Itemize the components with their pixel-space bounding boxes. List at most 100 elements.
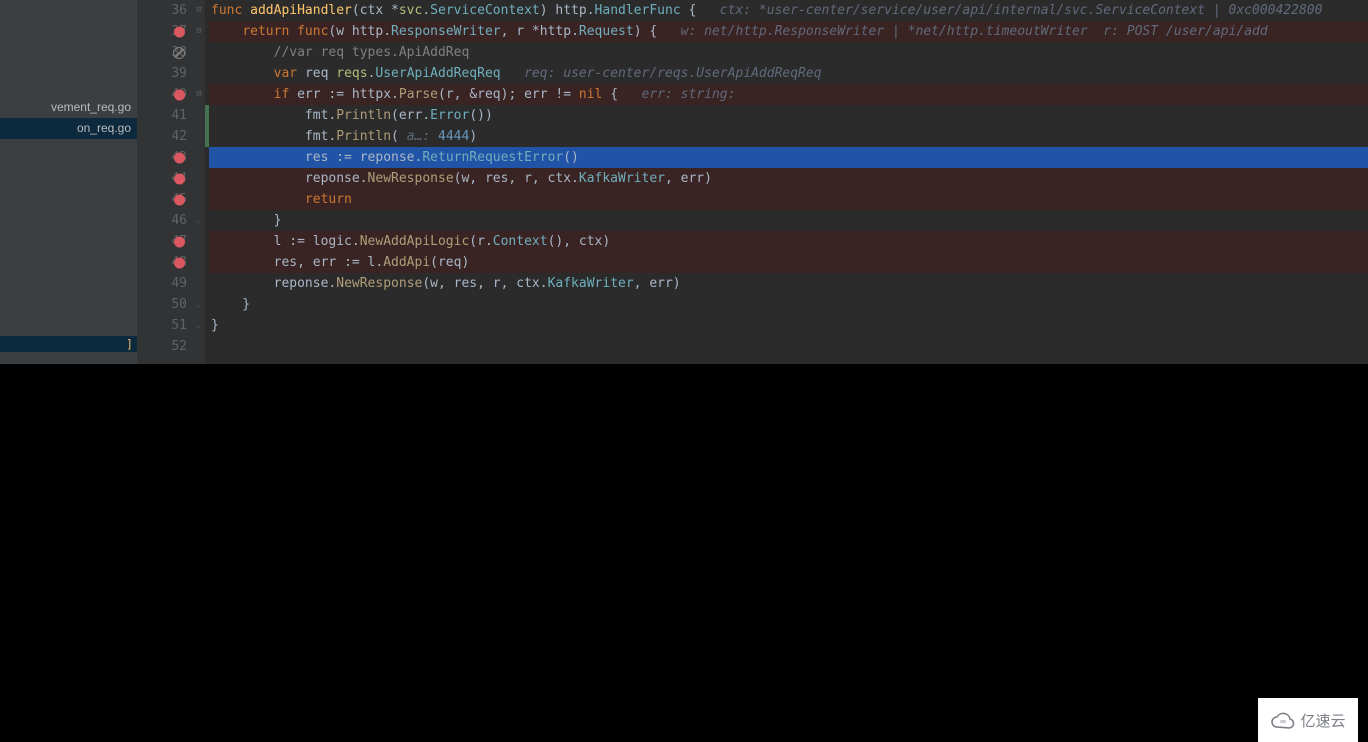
code-token: ) { — [634, 24, 681, 39]
code-editor[interactable]: 3637383940414243444546474849505152 ⊟ ⊟ ⊟ ⌞ ⌞… — [137, 0, 1368, 364]
breakpoint-icon[interactable] — [174, 26, 185, 37]
code-token: err := — [297, 87, 352, 102]
gutter-line[interactable]: 42 — [137, 126, 193, 147]
code-token: Request — [579, 24, 634, 39]
code-token: addApiHandler — [250, 3, 352, 18]
code-token: NewResponse — [368, 171, 454, 186]
code-token — [211, 108, 305, 123]
code-token: (w — [328, 24, 351, 39]
gutter-line[interactable]: 39 — [137, 63, 193, 84]
code-token: (ctx * — [352, 3, 399, 18]
code-line[interactable]: if err := httpx.Parse(r, &req); err != n… — [209, 84, 1368, 105]
code-token — [211, 276, 274, 291]
breakpoint-icon[interactable] — [174, 257, 185, 268]
code-token: . — [422, 3, 430, 18]
code-token — [211, 87, 274, 102]
code-token: . — [383, 24, 391, 39]
code-line[interactable]: fmt.Println( a…: 4444) — [209, 126, 1368, 147]
code-token: w: net/http.ResponseWriter | *net/http.t… — [681, 24, 1268, 39]
line-number: 39 — [161, 63, 189, 84]
editor-gutter[interactable]: 3637383940414243444546474849505152 — [137, 0, 193, 364]
sidebar-file[interactable]: on_req.go — [0, 118, 137, 139]
gutter-line[interactable]: 45 — [137, 189, 193, 210]
gutter-line[interactable]: 40 — [137, 84, 193, 105]
gutter-line[interactable]: 50 — [137, 294, 193, 315]
code-line[interactable]: //var req types.ApiAddReq — [209, 42, 1368, 63]
code-line[interactable]: reponse.NewResponse(w, res, r, ctx.Kafka… — [209, 168, 1368, 189]
watermark-badge: ∞ 亿速云 — [1258, 698, 1358, 742]
fold-open-icon[interactable]: ⊟ — [194, 89, 204, 99]
code-token: NewResponse — [336, 276, 422, 291]
code-line[interactable]: l := logic.NewAddApiLogic(r.Context(), c… — [209, 231, 1368, 252]
code-area[interactable]: func addApiHandler(ctx *svc.ServiceConte… — [209, 0, 1368, 364]
line-number: 42 — [161, 126, 189, 147]
line-number: 36 — [161, 0, 189, 21]
gutter-line[interactable]: 36 — [137, 0, 193, 21]
code-line[interactable]: fmt.Println(err.Error()) — [209, 105, 1368, 126]
code-token: res, err := l. — [211, 255, 383, 270]
code-token: (w, res, r, ctx. — [422, 276, 547, 291]
gutter-line[interactable]: 51 — [137, 315, 193, 336]
code-token: . — [587, 3, 595, 18]
code-token: ()) — [469, 108, 492, 123]
code-token: () — [563, 150, 579, 165]
gutter-line[interactable]: 41 — [137, 105, 193, 126]
disabled-icon[interactable] — [173, 47, 185, 59]
gutter-line[interactable]: 49 — [137, 273, 193, 294]
code-line[interactable]: } — [209, 210, 1368, 231]
code-token: req — [305, 66, 336, 81]
code-line[interactable]: reponse.NewResponse(w, res, r, ctx.Kafka… — [209, 273, 1368, 294]
code-line[interactable]: func addApiHandler(ctx *svc.ServiceConte… — [209, 0, 1368, 21]
code-line[interactable]: } — [209, 315, 1368, 336]
breakpoint-icon[interactable] — [174, 89, 185, 100]
gutter-line[interactable]: 38 — [137, 42, 193, 63]
fold-column[interactable]: ⊟ ⊟ ⊟ ⌞ ⌞ ⌞ — [193, 0, 205, 364]
code-token: reponse — [305, 171, 360, 186]
code-line[interactable] — [209, 336, 1368, 357]
gutter-line[interactable]: 47 — [137, 231, 193, 252]
code-token: , err) — [665, 171, 712, 186]
code-token: (r. — [469, 234, 492, 249]
breakpoint-icon[interactable] — [174, 236, 185, 247]
fold-close-icon[interactable]: ⌞ — [194, 299, 204, 309]
sidebar-file[interactable]: vement_req.go — [0, 97, 137, 118]
fold-close-icon[interactable]: ⌞ — [194, 215, 204, 225]
fold-open-icon[interactable]: ⊟ — [194, 5, 204, 15]
fold-close-icon[interactable]: ⌞ — [194, 320, 204, 330]
code-token — [211, 171, 305, 186]
sidebar-other-item[interactable]: ] — [0, 336, 137, 352]
project-sidebar[interactable]: vement_req.go on_req.go ] — [0, 0, 137, 364]
fold-open-icon[interactable]: ⊟ — [194, 26, 204, 36]
gutter-line[interactable]: 37 — [137, 21, 193, 42]
gutter-line[interactable]: 52 — [137, 336, 193, 357]
line-number: 41 — [161, 105, 189, 126]
code-line[interactable]: return — [209, 189, 1368, 210]
code-line[interactable]: var req reqs.UserApiAddReqReq req: user-… — [209, 63, 1368, 84]
code-token: err: string: — [642, 87, 736, 102]
code-token — [211, 192, 305, 207]
breakpoint-icon[interactable] — [174, 194, 185, 205]
gutter-line[interactable]: 46 — [137, 210, 193, 231]
code-line[interactable]: res := reponse.ReturnRequestError() — [209, 147, 1368, 168]
code-token: . — [391, 87, 399, 102]
code-token: (err. — [391, 108, 430, 123]
code-token: reponse — [360, 150, 415, 165]
code-token: ServiceContext — [430, 3, 540, 18]
cloud-icon: ∞ — [1270, 710, 1296, 730]
code-line[interactable]: res, err := l.AddApi(req) — [209, 252, 1368, 273]
gutter-line[interactable]: 44 — [137, 168, 193, 189]
gutter-line[interactable]: 48 — [137, 252, 193, 273]
code-token: logic — [313, 234, 352, 249]
gutter-line[interactable]: 43 — [137, 147, 193, 168]
code-token: svc — [399, 3, 422, 18]
code-line[interactable]: return func(w http.ResponseWriter, r *ht… — [209, 21, 1368, 42]
code-token: req: user-center/reqs.UserApiAddReqReq — [524, 66, 821, 81]
code-token: } — [211, 318, 219, 333]
code-token: reponse — [274, 276, 329, 291]
code-token: (), ctx) — [548, 234, 611, 249]
code-token: (r, &req); err != — [438, 87, 579, 102]
line-number: 50 — [161, 294, 189, 315]
breakpoint-icon[interactable] — [174, 173, 185, 184]
breakpoint-icon[interactable] — [174, 152, 185, 163]
code-line[interactable]: } — [209, 294, 1368, 315]
